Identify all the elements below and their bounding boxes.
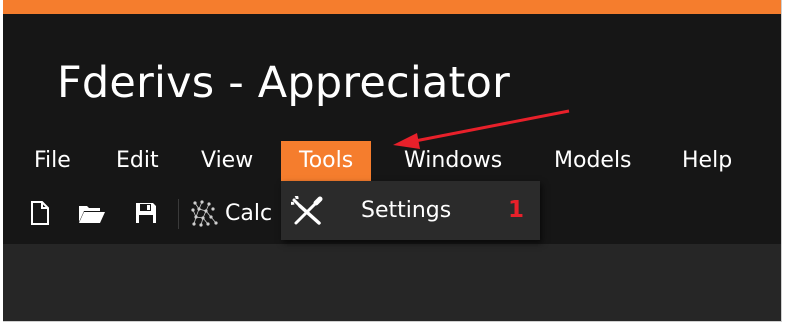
accent-bar	[3, 0, 781, 14]
menu-file[interactable]: File	[34, 141, 71, 181]
menu-windows[interactable]: Windows	[404, 141, 502, 181]
app-title: Fderivs - Appreciator	[57, 58, 510, 108]
app-window: Fderivs - Appreciator File Edit View Too…	[3, 0, 782, 322]
calculate-label: Calc	[225, 200, 273, 226]
tools-dropdown: Settings 1	[281, 181, 540, 240]
calculate-icon	[191, 200, 218, 227]
calculate-button[interactable]: Calc	[189, 197, 272, 229]
open-folder-icon	[79, 206, 105, 223]
new-file-button[interactable]	[25, 197, 55, 229]
new-file-icon	[31, 201, 49, 225]
menu-edit[interactable]: Edit	[116, 141, 159, 181]
menu-bar: File Edit View Tools Windows Models Help	[3, 141, 781, 181]
step-number-annotation: 1	[508, 197, 525, 223]
menu-tools[interactable]: Tools	[281, 141, 372, 181]
menu-help[interactable]: Help	[682, 141, 732, 181]
toolbar-separator	[178, 199, 179, 229]
content-area	[3, 244, 781, 321]
menu-view[interactable]: View	[201, 141, 253, 181]
settings-menu-item[interactable]: Settings 1	[281, 187, 540, 235]
save-icon	[136, 203, 156, 223]
save-button[interactable]	[131, 197, 161, 229]
open-button[interactable]	[77, 197, 107, 229]
wrench-screwdriver-icon	[291, 196, 323, 225]
settings-label: Settings	[361, 198, 452, 223]
menu-models[interactable]: Models	[554, 141, 632, 181]
